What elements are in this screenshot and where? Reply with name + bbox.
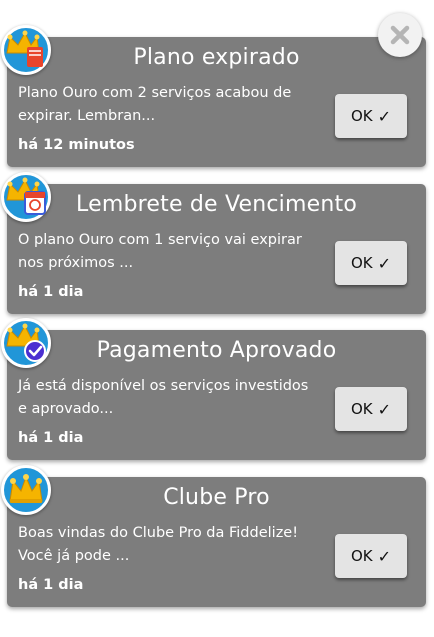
ok-button[interactable]: OK ✓: [335, 534, 407, 578]
notification-message: O plano Ouro com 1 serviço vai expirar n…: [18, 232, 302, 271]
ok-button[interactable]: OK ✓: [335, 241, 407, 285]
check-icon: ✓: [377, 106, 392, 126]
notification-card: Clube Pro Boas vindas do Clube Pro da Fi…: [1, 465, 426, 607]
notifications-panel: Plano expirado Plano Ouro com 2 serviços…: [0, 0, 434, 637]
notification-card: Pagamento Aprovado Já está disponível os…: [1, 318, 426, 460]
notification-title: Plano expirado: [133, 45, 300, 70]
notification-card: Lembrete de Vencimento O plano Ouro com …: [1, 172, 426, 314]
notification-title: Lembrete de Vencimento: [76, 192, 357, 217]
notification-message: Plano Ouro com 2 serviços acabou de expi…: [18, 85, 292, 124]
ok-label: OK: [350, 547, 373, 565]
ok-button[interactable]: OK ✓: [335, 94, 407, 138]
close-icon: [390, 25, 410, 45]
notification-message: Boas vindas do Clube Pro da Fiddelize! V…: [18, 525, 299, 564]
check-icon: ✓: [377, 546, 392, 566]
ok-button[interactable]: OK ✓: [335, 387, 407, 431]
notification-time: há 1 dia: [18, 430, 84, 446]
ok-label: OK: [350, 400, 373, 418]
notification-title: Pagamento Aprovado: [96, 338, 337, 363]
notification-time: há 1 dia: [18, 577, 84, 593]
check-icon: ✓: [377, 399, 392, 419]
ok-label: OK: [350, 107, 373, 125]
notification-time: há 12 minutos: [18, 137, 135, 153]
notification-message: Já está disponível os serviços investido…: [18, 378, 309, 417]
notification-card: Plano expirado Plano Ouro com 2 serviços…: [1, 25, 426, 167]
notification-title: Clube Pro: [163, 485, 270, 510]
notification-time: há 1 dia: [18, 284, 84, 300]
ok-label: OK: [350, 254, 373, 272]
close-button[interactable]: [378, 13, 422, 57]
check-icon: ✓: [377, 253, 392, 273]
